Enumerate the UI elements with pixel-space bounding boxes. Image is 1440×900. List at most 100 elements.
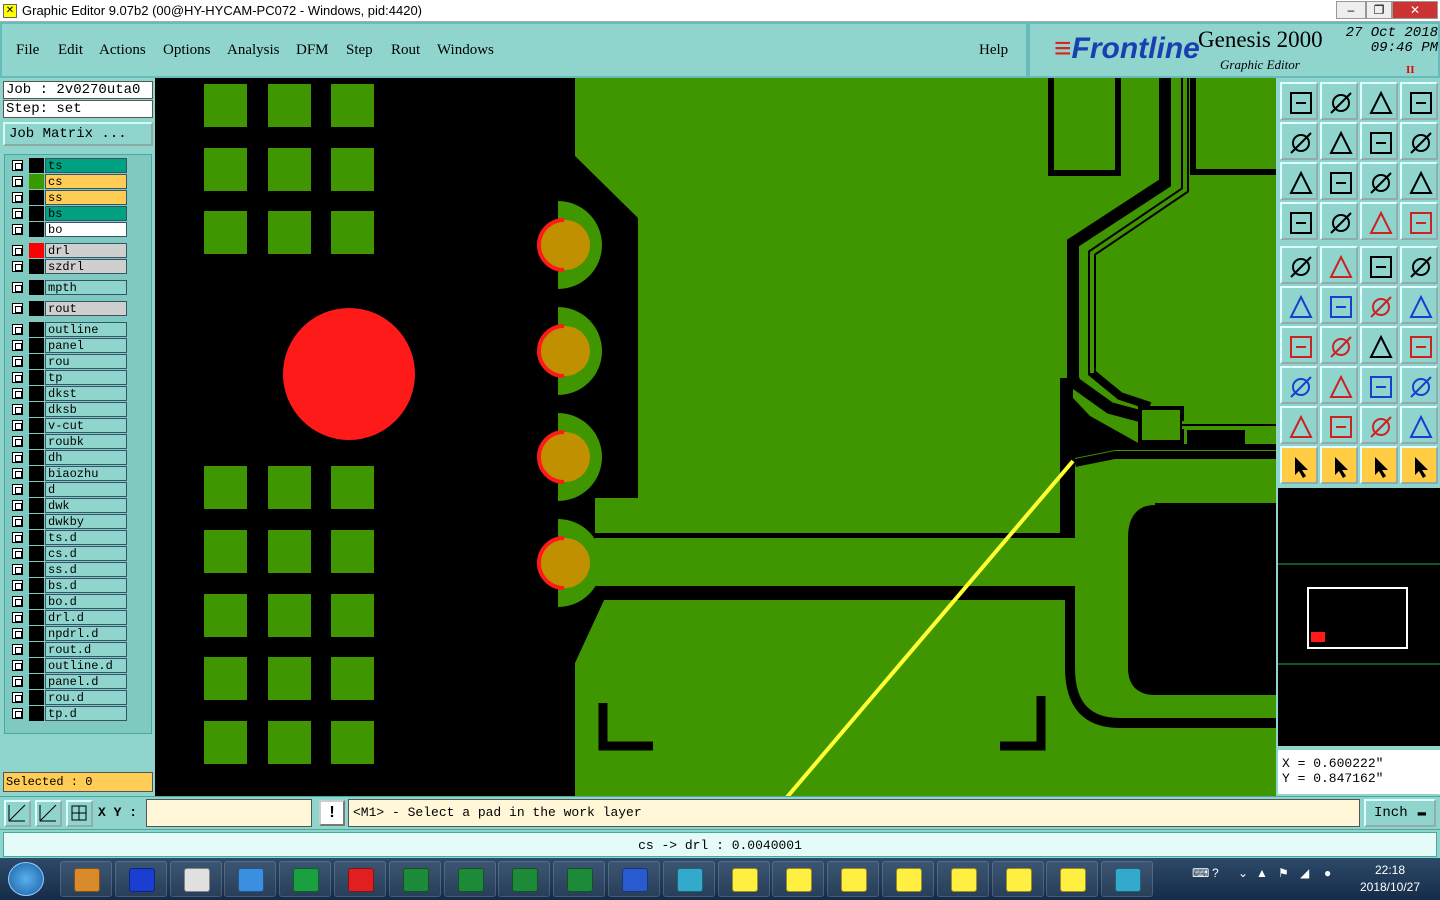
units-dropdown[interactable]: Inch ▬ [1364,799,1436,827]
system-clock[interactable]: 22:18 2018/10/27 [1350,862,1430,896]
layer-name[interactable]: roubk [45,434,127,449]
layer-name[interactable]: szdrl [45,259,127,274]
layer-name[interactable]: rout [45,301,127,316]
layer-name[interactable]: bo [45,222,127,237]
show-hidden-icon[interactable]: ▲ [1256,866,1268,880]
layer-row-ss[interactable]: ss [9,190,127,205]
taskbar-item-editor[interactable] [772,861,825,897]
taskbar-item-editor[interactable] [1046,861,1099,897]
taskbar-item-eye[interactable] [1101,861,1154,897]
layer-checkbox[interactable] [12,324,23,335]
layer-name[interactable]: bs [45,206,127,221]
layer-checkbox[interactable] [12,596,23,607]
layer-row-tp[interactable]: tp [9,370,127,385]
layer-row-rout[interactable]: rout [9,301,127,316]
layers-button[interactable] [1360,202,1398,240]
help-tray-icon[interactable]: ? [1212,866,1219,880]
layer-checkbox[interactable] [12,245,23,256]
layer-name[interactable]: dh [45,450,127,465]
menu-actions[interactable]: Actions [99,42,146,59]
probe-button[interactable] [1320,202,1358,240]
layer-row-cs.d[interactable]: cs.d [9,546,127,561]
layer-checkbox[interactable] [12,676,23,687]
layer-checkbox[interactable] [12,580,23,591]
layer-name[interactable]: panel [45,338,127,353]
menu-edit[interactable]: Edit [58,42,83,59]
layer-checkbox[interactable] [12,261,23,272]
taskbar-item-frontline[interactable] [279,861,332,897]
question-button[interactable] [1400,162,1438,200]
layer-row-bs[interactable]: bs [9,206,127,221]
layer-row-ts[interactable]: ts [9,158,127,173]
menu-dfm[interactable]: DFM [296,42,329,59]
measure-button[interactable] [1360,246,1398,284]
taskbar-item-ie[interactable] [224,861,277,897]
layer-row-roubk[interactable]: roubk [9,434,127,449]
layer-checkbox[interactable] [12,340,23,351]
layer-name[interactable]: cs [45,174,127,189]
job-matrix-button[interactable]: Job Matrix ... [3,122,153,146]
layer-name[interactable]: biaozhu [45,466,127,481]
layer-checkbox[interactable] [12,452,23,463]
layer-name[interactable]: cs.d [45,546,127,561]
layer-name[interactable]: bo.d [45,594,127,609]
menu-help[interactable]: Help [979,42,1008,59]
zoom-box-icon[interactable] [4,800,31,827]
layer-row-bs.d[interactable]: bs.d [9,578,127,593]
diagonal-button[interactable] [1320,326,1358,364]
network-icon[interactable]: ⚑ [1278,866,1289,880]
layer-name[interactable]: drl.d [45,610,127,625]
start-button[interactable] [8,862,44,896]
layer-name[interactable]: dwk [45,498,127,513]
layer-name[interactable]: panel.d [45,674,127,689]
save-button[interactable] [1320,82,1358,120]
layer-name[interactable]: ts [45,158,127,173]
layer-name[interactable]: ss [45,190,127,205]
layer-checkbox[interactable] [12,484,23,495]
layer-name[interactable]: dkst [45,386,127,401]
layer-checkbox[interactable] [12,282,23,293]
layer-name[interactable]: drl [45,243,127,258]
layer-checkbox[interactable] [12,548,23,559]
layer-checkbox[interactable] [12,516,23,527]
taskbar-item-editor[interactable] [717,861,770,897]
layer-row-dksb[interactable]: dksb [9,402,127,417]
taskbar-item-eye[interactable] [662,861,715,897]
snap-button[interactable] [1400,122,1438,160]
layer-row-bo[interactable]: bo [9,222,127,237]
layer-row-d[interactable]: d [9,482,127,497]
layer-checkbox[interactable] [12,708,23,719]
layer-row-mpth[interactable]: mpth [9,280,127,295]
layer-checkbox[interactable] [12,208,23,219]
scale-button[interactable] [1360,162,1398,200]
menu-analysis[interactable]: Analysis [227,42,280,59]
layer-checkbox[interactable] [12,660,23,671]
arrow-b-button[interactable] [1360,406,1398,444]
window-button[interactable] [1400,82,1438,120]
menu-step[interactable]: Step [346,42,373,59]
fill-button[interactable] [1400,246,1438,284]
line-point-button[interactable] [1360,286,1398,324]
taskbar-item-excel[interactable] [553,861,606,897]
pan-button[interactable] [1320,162,1358,200]
layer-name[interactable]: ts.d [45,530,127,545]
home-button[interactable] [1360,82,1398,120]
pointer-round-button[interactable] [1360,446,1398,484]
layer-row-v-cut[interactable]: v-cut [9,418,127,433]
layer-checkbox[interactable] [12,692,23,703]
layer-name[interactable]: outline.d [45,658,127,673]
pointer-box-button[interactable] [1320,446,1358,484]
layer-row-panel.d[interactable]: panel.d [9,674,127,689]
layer-row-outline.d[interactable]: outline.d [9,658,127,673]
arrow-a-button[interactable] [1320,406,1358,444]
layer-checkbox[interactable] [12,224,23,235]
layer-checkbox[interactable] [12,420,23,431]
layer-checkbox[interactable] [12,468,23,479]
menu-rout[interactable]: Rout [391,42,420,59]
layer-row-cs[interactable]: cs [9,174,127,189]
xy-input[interactable] [146,799,312,827]
layer-row-dkst[interactable]: dkst [9,386,127,401]
layer-row-ts.d[interactable]: ts.d [9,530,127,545]
select-pad-button[interactable] [1280,366,1318,404]
layer-name[interactable]: tp [45,370,127,385]
